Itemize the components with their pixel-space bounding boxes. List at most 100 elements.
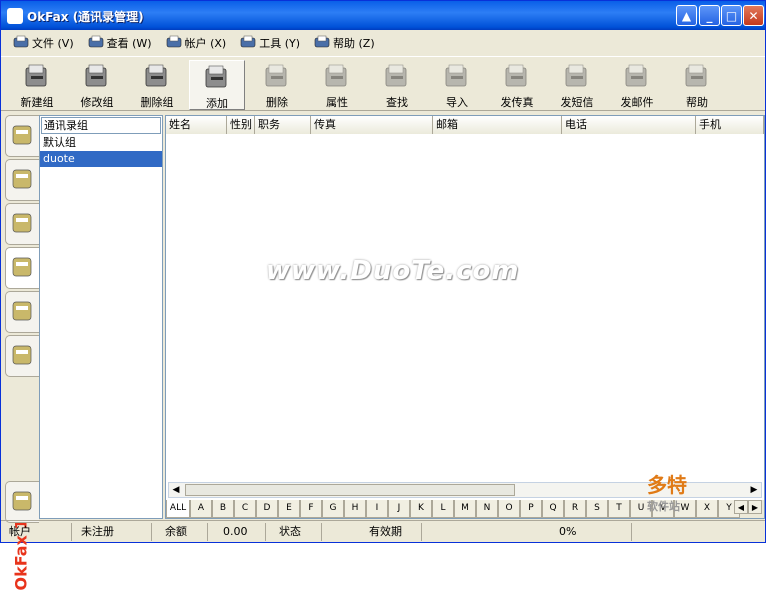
alpha-filter-a[interactable]: A xyxy=(190,500,212,518)
toolbar-button-10[interactable]: 发邮件 xyxy=(609,60,665,110)
group-list-header: 通讯录组 xyxy=(41,117,161,134)
alpha-filter-c[interactable]: C xyxy=(234,500,256,518)
scroll-left-arrow-icon[interactable]: ◀ xyxy=(169,483,183,497)
add-contact-icon xyxy=(202,63,232,93)
printer-fax-icon[interactable] xyxy=(5,481,39,523)
alpha-filter-j[interactable]: J xyxy=(388,500,410,518)
toolbar-button-label: 查找 xyxy=(386,96,408,109)
watermark-text: www.DuoTe.com xyxy=(266,256,520,286)
alpha-filter-r[interactable]: R xyxy=(564,500,586,518)
corner-logo: 多特 软件站 xyxy=(647,469,757,519)
corner-logo-name: 多特 xyxy=(647,473,687,497)
alpha-filter-h[interactable]: H xyxy=(344,500,366,518)
alpha-filter-k[interactable]: K xyxy=(410,500,432,518)
column-name[interactable]: 姓名 xyxy=(166,116,227,134)
alpha-filter-q[interactable]: Q xyxy=(542,500,564,518)
column-fax[interactable]: 传真 xyxy=(311,116,433,134)
side-tab-strip: OkFax 1.34 xyxy=(3,115,39,591)
status-validity-label: 有效期 xyxy=(369,525,402,538)
toolbar-button-2[interactable]: 删除组 xyxy=(129,60,185,110)
help-person-icon xyxy=(314,35,333,52)
alpha-filter-all[interactable]: ALL xyxy=(166,500,190,518)
close-button[interactable]: ✕ xyxy=(743,5,764,26)
toolbar-button-9[interactable]: 发短信 xyxy=(549,60,605,110)
printer-icon xyxy=(13,35,32,52)
menu-bar: 文件 (V) 查看 (W) 帐户 (X) 工具 (Y) 帮助 (Z) xyxy=(1,32,765,54)
column-phone[interactable]: 电话 xyxy=(562,116,696,134)
status-account-label: 帐户 xyxy=(9,525,31,538)
send-mail-icon xyxy=(622,62,652,92)
status-balance-value: 0.00 xyxy=(223,525,248,538)
app-icon xyxy=(7,8,23,24)
import-icon xyxy=(442,62,472,92)
toolbar-button-label: 发邮件 xyxy=(620,96,654,109)
toolbar-button-label: 发短信 xyxy=(560,96,594,109)
new-group-icon xyxy=(22,62,52,92)
help-window-button[interactable]: ▲ xyxy=(676,5,697,26)
alpha-filter-l[interactable]: L xyxy=(432,500,454,518)
minimize-button[interactable]: _ xyxy=(699,5,720,26)
toolbar-button-label: 帮助 xyxy=(686,96,708,109)
title-bar[interactable]: OkFax (通讯录管理) ▲ _ □ ✕ xyxy=(1,1,765,30)
group-item-default[interactable]: 默认组 xyxy=(40,135,162,151)
menu-item-4[interactable]: 帮助 (Z) xyxy=(314,35,375,52)
main-window: OkFax (通讯录管理) ▲ _ □ ✕ 文件 (V) 查看 (W) 帐户 (X)… xyxy=(0,0,766,591)
toolbar-button-label: 删除 xyxy=(266,96,288,109)
toolbar-button-3[interactable]: 添加 xyxy=(189,60,245,110)
toolbar-button-5[interactable]: 属性 xyxy=(309,60,365,110)
status-progress: 0% xyxy=(559,525,577,538)
toolbar: 新建组 修改组 删除组 添加 删除 属性 查找 导入 发传真 发短信 发邮件 帮助 xyxy=(1,56,765,111)
toolbar-button-8[interactable]: 发传真 xyxy=(489,60,545,110)
toolbar-button-4[interactable]: 删除 xyxy=(249,60,305,110)
menu-item-label: 工具 (Y) xyxy=(259,37,301,50)
alpha-filter-o[interactable]: O xyxy=(498,500,520,518)
edit-group-icon xyxy=(82,62,112,92)
toolbar-button-7[interactable]: 导入 xyxy=(429,60,485,110)
toolbar-button-label: 删除组 xyxy=(140,96,174,109)
toolbar-button-0[interactable]: 新建组 xyxy=(9,60,65,110)
status-state-label: 状态 xyxy=(279,525,301,538)
alpha-filter-d[interactable]: D xyxy=(256,500,278,518)
menu-item-0[interactable]: 文件 (V) xyxy=(13,35,74,52)
bell-icon[interactable] xyxy=(5,291,39,333)
alpha-filter-b[interactable]: B xyxy=(212,500,234,518)
fax-machine-icon[interactable] xyxy=(5,115,39,157)
column-title[interactable]: 职务 xyxy=(255,116,311,134)
alpha-filter-n[interactable]: N xyxy=(476,500,498,518)
search-icon xyxy=(382,62,412,92)
alpha-filter-g[interactable]: G xyxy=(322,500,344,518)
binoculars-icon xyxy=(88,35,107,52)
alpha-filter-f[interactable]: F xyxy=(300,500,322,518)
menu-item-label: 帐户 (X) xyxy=(184,37,227,50)
scroll-thumb[interactable] xyxy=(185,484,515,496)
menu-item-2[interactable]: 帐户 (X) xyxy=(166,35,227,52)
alpha-filter-p[interactable]: P xyxy=(520,500,542,518)
toolbar-button-label: 属性 xyxy=(326,96,348,109)
envelope-icon[interactable] xyxy=(5,203,39,245)
toolbar-button-11[interactable]: 帮助 xyxy=(669,60,725,110)
group-item-duote[interactable]: duote xyxy=(40,151,162,167)
send-sms-icon xyxy=(562,62,592,92)
alpha-filter-t[interactable]: T xyxy=(608,500,630,518)
menu-item-3[interactable]: 工具 (Y) xyxy=(240,35,300,52)
alpha-filter-m[interactable]: M xyxy=(454,500,476,518)
toolbar-button-1[interactable]: 修改组 xyxy=(69,60,125,110)
toolbar-button-6[interactable]: 查找 xyxy=(369,60,425,110)
toolbar-button-label: 发传真 xyxy=(500,96,534,109)
alpha-filter-s[interactable]: S xyxy=(586,500,608,518)
corner-logo-subtitle: 软件站 xyxy=(647,500,680,513)
toolbar-button-label: 修改组 xyxy=(80,96,114,109)
window-title: OkFax (通讯录管理) xyxy=(27,10,144,24)
alpha-filter-e[interactable]: E xyxy=(278,500,300,518)
column-mobile[interactable]: 手机 xyxy=(696,116,764,134)
menu-item-1[interactable]: 查看 (W) xyxy=(88,35,152,52)
maximize-button[interactable]: □ xyxy=(721,5,742,26)
internet-explorer-icon[interactable] xyxy=(5,335,39,377)
help-book-icon xyxy=(682,62,712,92)
computer-fax-icon[interactable] xyxy=(5,159,39,201)
contacts-icon[interactable] xyxy=(5,247,39,289)
alpha-filter-i[interactable]: I xyxy=(366,500,388,518)
menu-item-label: 查看 (W) xyxy=(106,37,152,50)
column-gender[interactable]: 性别 xyxy=(227,116,255,134)
column-email[interactable]: 邮箱 xyxy=(433,116,562,134)
